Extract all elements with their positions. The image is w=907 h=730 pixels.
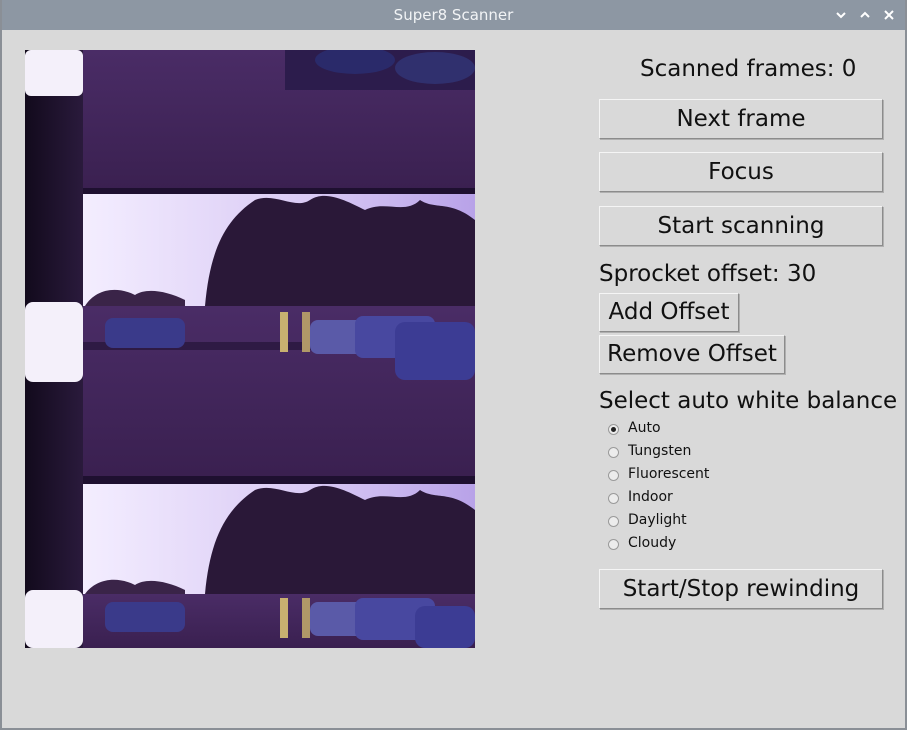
- radio-button-checked[interactable]: [608, 424, 619, 435]
- remove-offset-button-label: Remove Offset: [607, 341, 777, 367]
- focus-button-label: Focus: [708, 159, 774, 185]
- film-frame-graphic: [25, 50, 475, 648]
- scanned-frames-label: Scanned frames: 0: [640, 56, 857, 82]
- next-frame-button-label: Next frame: [676, 106, 806, 132]
- radio-label: Tungsten: [628, 443, 692, 459]
- radio-button[interactable]: [608, 539, 619, 550]
- start-stop-rewinding-button[interactable]: Start/Stop rewinding: [599, 569, 883, 609]
- radio-button[interactable]: [608, 447, 619, 458]
- start-scanning-button-label: Start scanning: [657, 213, 825, 239]
- next-frame-button[interactable]: Next frame: [599, 99, 883, 139]
- radio-label: Indoor: [628, 489, 673, 505]
- app-window: Super8 Scanner Scanned frames: 0 Next fr…: [0, 0, 907, 730]
- focus-button[interactable]: Focus: [599, 152, 883, 192]
- start-scanning-button[interactable]: Start scanning: [599, 206, 883, 246]
- close-icon: [884, 10, 894, 20]
- window-title: Super8 Scanner: [393, 6, 514, 24]
- start-stop-rewinding-button-label: Start/Stop rewinding: [622, 576, 860, 602]
- radio-label: Auto: [628, 420, 661, 436]
- add-offset-button-label: Add Offset: [608, 299, 730, 325]
- radio-label: Cloudy: [628, 535, 677, 551]
- minimize-button[interactable]: [832, 5, 850, 25]
- radio-label: Fluorescent: [628, 466, 710, 482]
- add-offset-button[interactable]: Add Offset: [599, 293, 739, 332]
- chevron-down-icon: [836, 12, 846, 19]
- radio-button[interactable]: [608, 470, 619, 481]
- close-button[interactable]: [880, 5, 898, 25]
- sprocket-offset-label: Sprocket offset: 30: [599, 261, 817, 287]
- remove-offset-button[interactable]: Remove Offset: [599, 335, 785, 374]
- maximize-button[interactable]: [856, 5, 874, 25]
- radio-button[interactable]: [608, 516, 619, 527]
- chevron-up-icon: [860, 11, 870, 18]
- title-bar[interactable]: Super8 Scanner: [2, 0, 905, 30]
- radio-button[interactable]: [608, 493, 619, 504]
- radio-label: Daylight: [628, 512, 687, 528]
- film-preview-image: [25, 50, 475, 648]
- white-balance-heading: Select auto white balance: [599, 388, 898, 414]
